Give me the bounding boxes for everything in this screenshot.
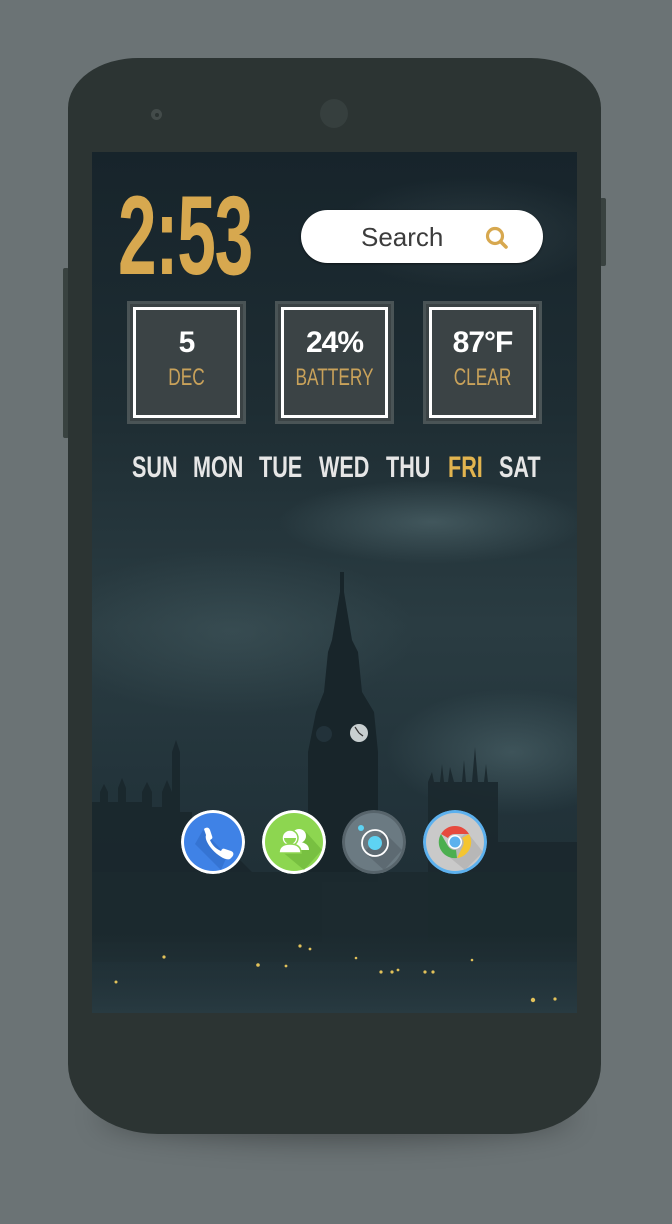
day-sun: SUN bbox=[132, 451, 178, 484]
day-thu: THU bbox=[386, 451, 431, 484]
home-screen: 2:53 Search 5 DEC 24% BATTERY 87°F CLEAR… bbox=[92, 152, 577, 1013]
day-mon: MON bbox=[193, 451, 244, 484]
phone-icon bbox=[181, 810, 245, 874]
day-fri: FRI bbox=[448, 451, 483, 484]
battery-widget[interactable]: 24% BATTERY bbox=[275, 301, 394, 424]
chrome-app-icon[interactable] bbox=[423, 810, 487, 874]
battery-label: BATTERY bbox=[295, 364, 374, 391]
proximity-sensor bbox=[151, 109, 162, 120]
contacts-icon bbox=[262, 810, 326, 874]
weekday-row: SUN MON TUE WED THU FRI SAT bbox=[130, 450, 541, 486]
search-bar[interactable]: Search bbox=[301, 210, 543, 263]
weather-widget[interactable]: 87°F CLEAR bbox=[423, 301, 542, 424]
weather-temperature: 87°F bbox=[452, 326, 514, 359]
widget-frame bbox=[133, 307, 240, 418]
battery-value: 24% bbox=[305, 326, 364, 359]
day-wed: WED bbox=[319, 451, 370, 484]
widget-frame bbox=[429, 307, 536, 418]
front-camera bbox=[320, 99, 348, 128]
widget-frame bbox=[281, 307, 388, 418]
date-day: 5 bbox=[178, 326, 196, 359]
search-label: Search bbox=[361, 222, 444, 252]
date-month: DEC bbox=[168, 364, 205, 391]
camera-app-icon[interactable] bbox=[342, 810, 406, 874]
chrome-icon bbox=[423, 810, 487, 874]
search-icon[interactable] bbox=[484, 225, 510, 251]
weather-condition: CLEAR bbox=[453, 364, 512, 391]
contacts-app-icon[interactable] bbox=[262, 810, 326, 874]
day-tue: TUE bbox=[259, 451, 303, 484]
day-sat: SAT bbox=[499, 451, 541, 484]
phone-app-icon[interactable] bbox=[181, 810, 245, 874]
clock-time: 2:53 bbox=[118, 173, 253, 298]
date-widget[interactable]: 5 DEC bbox=[127, 301, 246, 424]
camera-icon bbox=[342, 810, 406, 874]
